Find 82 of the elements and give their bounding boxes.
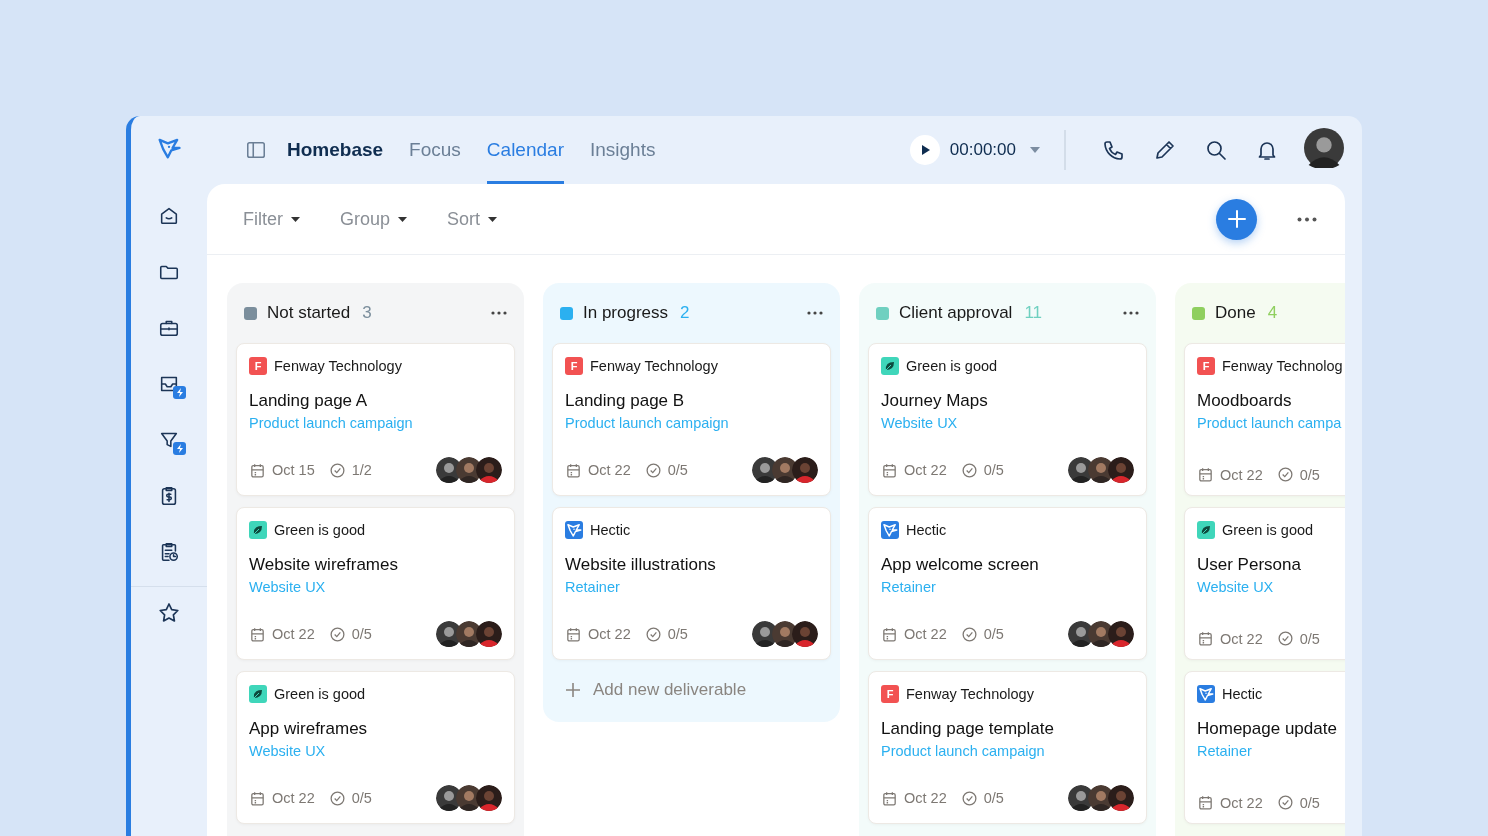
task-title: Landing page A xyxy=(249,391,369,411)
task-title: Moodboards xyxy=(1197,391,1293,411)
subtask-count: 0/5 xyxy=(351,790,372,806)
client-name: Green is good xyxy=(1222,522,1314,538)
task-card[interactable]: Green is good Journey Maps Website UX Oct 22 0/5 xyxy=(868,343,1147,496)
client-name: Fenway Technolog xyxy=(1222,358,1343,374)
column-title: In progress xyxy=(583,303,669,323)
due-date: Oct 22 xyxy=(904,626,947,642)
due-date: Oct 22 xyxy=(588,626,631,642)
client-name: Hectic xyxy=(590,522,631,538)
client-logo: F xyxy=(1197,357,1215,375)
client-logo: F xyxy=(565,357,583,375)
client-name: Fenway Technology xyxy=(274,358,402,374)
task-title: Website wireframes xyxy=(249,555,399,575)
task-title: App wireframes xyxy=(249,719,369,739)
subtask-count: 0/5 xyxy=(1299,466,1320,483)
task-title: App welcome screen xyxy=(881,555,1040,575)
project-name: Website UX xyxy=(1197,579,1275,595)
project-name: Retainer xyxy=(1197,743,1253,759)
subtask-count: 0/5 xyxy=(983,626,1004,642)
client-name: Green is good xyxy=(906,358,998,374)
client-logo: F xyxy=(249,357,267,375)
due-date: Oct 15 xyxy=(272,462,315,478)
column-count: 2 xyxy=(680,303,690,323)
client-name: Fenway Technology xyxy=(906,686,1034,702)
subtask-count: 0/5 xyxy=(1299,630,1320,647)
workspace-title[interactable]: Homebase xyxy=(287,139,384,161)
client-name: Green is good xyxy=(274,522,366,538)
column-title: Client approval xyxy=(899,303,1013,323)
column-count: 11 xyxy=(1024,303,1043,323)
project-name: Product launch campaign xyxy=(565,415,730,431)
client-name: Hectic xyxy=(906,522,947,538)
column-title: Done xyxy=(1215,303,1256,323)
due-date: Oct 22 xyxy=(1220,630,1263,647)
due-date: Oct 22 xyxy=(904,790,947,806)
subtask-count: 0/5 xyxy=(667,626,688,642)
column-count: 3 xyxy=(362,303,372,323)
task-card[interactable]: Green is good User Persona Website UX Oct 22 0/5 xyxy=(1184,507,1345,660)
task-card[interactable]: F Fenway Technology Landing page B Product launch campaign Oct 22 0/5 xyxy=(552,343,831,496)
project-name: Website UX xyxy=(249,579,327,595)
project-name: Website UX xyxy=(881,415,959,431)
due-date: Oct 22 xyxy=(272,790,315,806)
task-title: Homepage update xyxy=(1197,719,1338,739)
column-count: 4 xyxy=(1267,303,1278,323)
task-card[interactable]: Hectic Website illustrations Retainer Oct 22 0/5 xyxy=(552,507,831,660)
task-card[interactable]: F Fenway Technolog Moodboards Product launch campa Oct 22 0/5 xyxy=(1184,343,1345,496)
subtask-count: 0/5 xyxy=(351,626,372,642)
due-date: Oct 22 xyxy=(588,462,631,478)
project-name: Retainer xyxy=(565,579,621,595)
task-card[interactable]: Hectic Homepage update Retainer Oct 22 0/5 xyxy=(1184,671,1345,824)
task-card[interactable]: F Fenway Technology Landing page template Product launch campaign Oct 22 0/5 xyxy=(868,671,1147,824)
project-name: Website UX xyxy=(249,743,327,759)
task-card[interactable]: F Fenway Technology Landing page A Product launch campaign Oct 15 1/2 xyxy=(236,343,515,496)
project-name: Product launch campaign xyxy=(249,415,414,431)
client-name: Green is good xyxy=(274,686,366,702)
subtask-count: 0/5 xyxy=(1299,794,1320,811)
task-title: Landing page template xyxy=(881,719,1055,739)
nav-tab[interactable]: Insights xyxy=(589,116,656,184)
subtask-count: 1/2 xyxy=(351,462,372,478)
due-date: Oct 22 xyxy=(272,626,315,642)
task-title: User Persona xyxy=(1197,555,1302,575)
project-name: Product launch campaign xyxy=(881,743,1046,759)
subtask-count: 0/5 xyxy=(667,462,688,478)
subtask-count: 0/5 xyxy=(983,790,1004,806)
project-name: Product launch campa xyxy=(1197,415,1343,431)
client-logo: F xyxy=(881,685,899,703)
column-title: Not started xyxy=(267,303,351,323)
client-name: Fenway Technology xyxy=(590,358,718,374)
task-title: Landing page B xyxy=(565,391,686,411)
project-name: Retainer xyxy=(881,579,937,595)
due-date: Oct 22 xyxy=(904,462,947,478)
due-date: Oct 22 xyxy=(1220,794,1263,811)
client-name: Hectic xyxy=(1222,686,1263,702)
task-title: Website illustrations xyxy=(565,555,717,575)
task-card[interactable]: Hectic App welcome screen Retainer Oct 22 0/5 xyxy=(868,507,1147,660)
task-card[interactable]: Green is good App wireframes Website UX Oct 22 0/5 xyxy=(236,671,515,824)
task-title: Journey Maps xyxy=(881,391,989,411)
due-date: Oct 22 xyxy=(1220,466,1263,483)
task-card[interactable]: Green is good Website wireframes Website UX Oct 22 0/5 xyxy=(236,507,515,660)
timer-display: 00:00:00 xyxy=(949,140,1016,160)
nav-tab[interactable]: Focus xyxy=(409,116,461,184)
subtask-count: 0/5 xyxy=(983,462,1004,478)
